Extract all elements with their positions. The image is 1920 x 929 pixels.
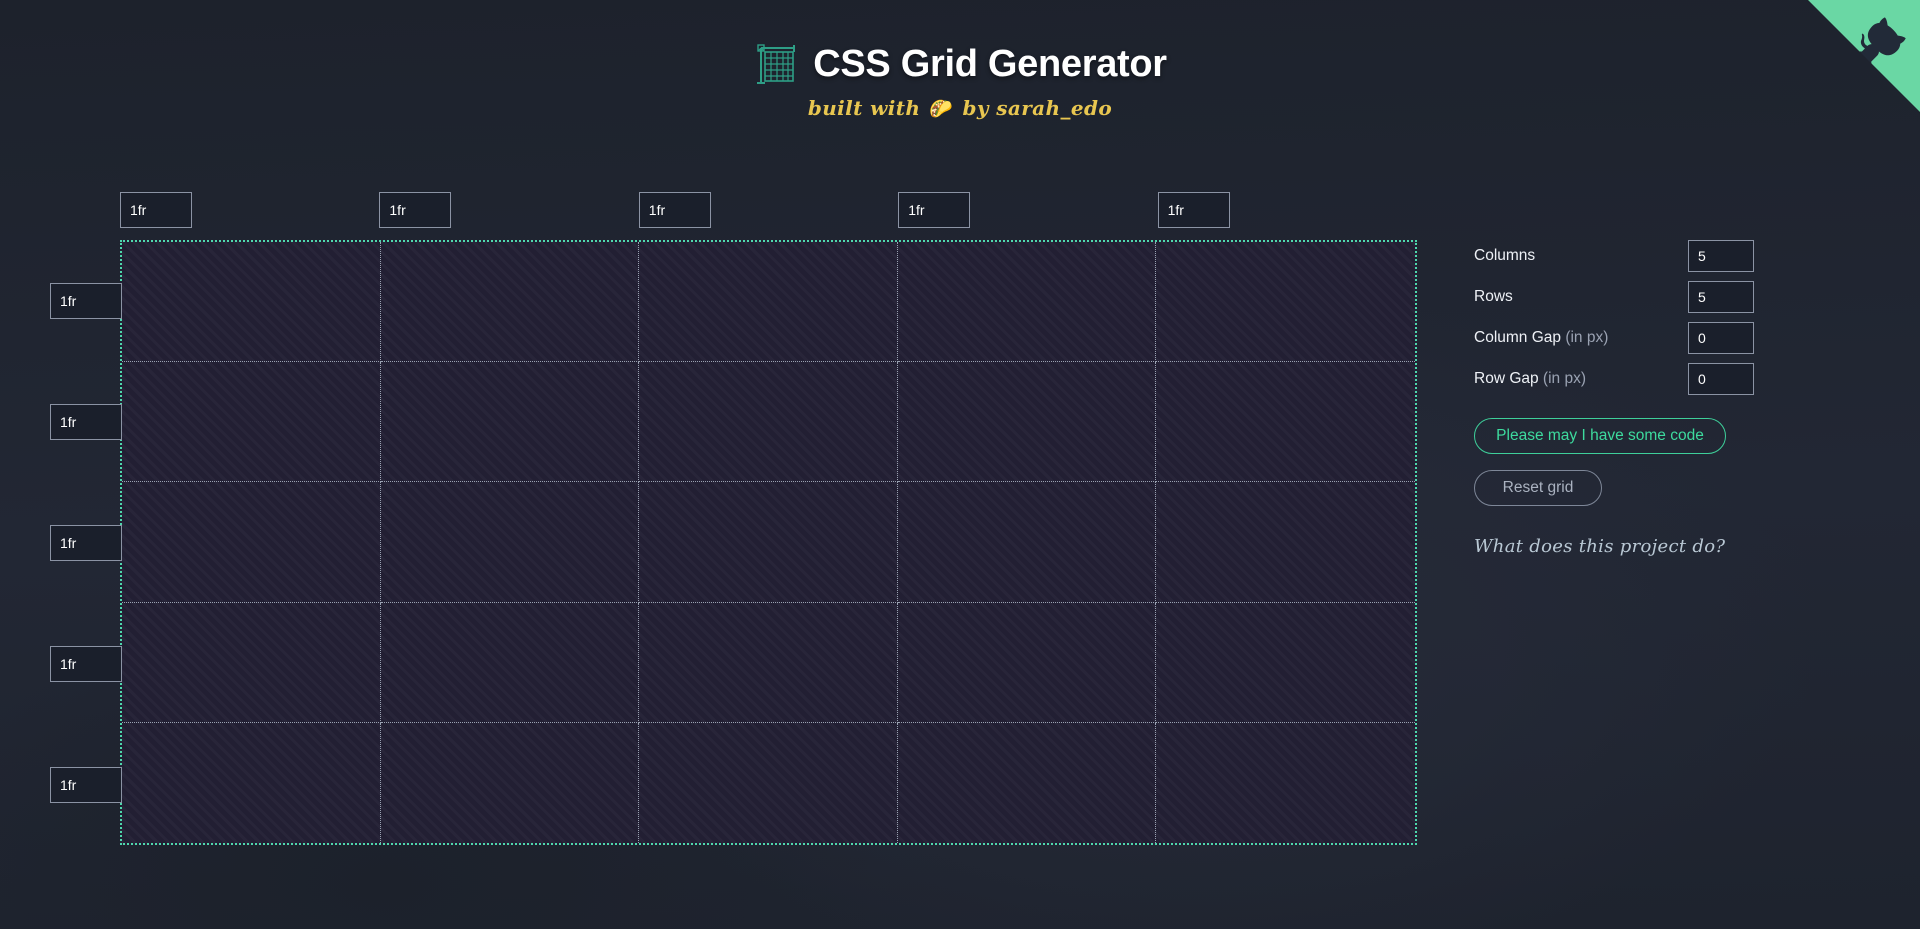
what-does-this-project-do-link[interactable]: What does this project do? xyxy=(1474,536,1725,557)
grid-cell[interactable] xyxy=(122,362,381,483)
row-size-input-2[interactable] xyxy=(50,403,122,440)
row-size-cell-5 xyxy=(50,724,122,845)
generate-code-button[interactable]: Please may I have some code xyxy=(1474,418,1726,454)
column-size-inputs xyxy=(120,192,1417,228)
row-size-cell-1 xyxy=(50,240,122,361)
grid-cell[interactable] xyxy=(122,722,381,843)
grid-cell[interactable] xyxy=(898,722,1157,843)
grid-cell[interactable] xyxy=(380,362,640,483)
grid-cell[interactable] xyxy=(639,482,898,603)
subtitle-author: by sarah_edo xyxy=(962,96,1113,120)
grid-cell[interactable] xyxy=(1156,482,1415,603)
control-row-row-gap: Row Gap (in px) xyxy=(1474,363,1754,395)
grid-cell[interactable] xyxy=(897,602,1157,723)
column-size-input-4[interactable] xyxy=(898,192,971,228)
column-size-input-5[interactable] xyxy=(1157,192,1230,228)
grid-cell[interactable] xyxy=(1156,242,1415,363)
grid-cell[interactable] xyxy=(639,722,898,843)
title-row: CSS Grid Generator xyxy=(0,42,1920,86)
column-size-cell-1 xyxy=(120,192,379,228)
grid-cell[interactable] xyxy=(897,242,1157,363)
column-size-cell-3 xyxy=(638,192,898,228)
grid-cell[interactable] xyxy=(122,602,381,723)
control-input-columns[interactable] xyxy=(1688,240,1754,272)
grid-cell[interactable] xyxy=(1156,362,1415,483)
control-input-rows[interactable] xyxy=(1688,281,1754,313)
github-corner-link[interactable] xyxy=(1808,0,1920,112)
control-rows: Columns Rows Column Gap (in px) Row Gap (in… xyxy=(1474,240,1754,395)
column-size-cell-5 xyxy=(1157,192,1417,228)
grid-cell[interactable] xyxy=(122,482,381,603)
control-input-column-gap[interactable] xyxy=(1688,322,1754,354)
control-label-row-gap: Row Gap (in px) xyxy=(1474,370,1586,387)
grid-cell[interactable] xyxy=(897,482,1157,603)
abacus-grid-icon xyxy=(757,44,796,84)
column-size-input-1[interactable] xyxy=(120,192,192,228)
control-input-row-gap[interactable] xyxy=(1688,363,1754,395)
control-row-columns: Columns xyxy=(1474,240,1754,272)
control-label-rows: Rows xyxy=(1474,288,1513,305)
row-size-cell-3 xyxy=(50,482,122,603)
control-row-rows: Rows xyxy=(1474,281,1754,313)
reset-grid-button[interactable]: Reset grid xyxy=(1474,470,1602,506)
grid-cell[interactable] xyxy=(122,242,381,363)
column-size-cell-4 xyxy=(898,192,1157,228)
page-subtitle: built with 🌮 by sarah_edo xyxy=(0,96,1920,120)
grid-cell[interactable] xyxy=(639,362,898,483)
grid-cell[interactable] xyxy=(639,242,898,363)
row-size-input-4[interactable] xyxy=(50,645,122,682)
row-size-input-5[interactable] xyxy=(50,766,122,803)
grid-cell[interactable] xyxy=(380,602,640,723)
grid-cell[interactable] xyxy=(1156,603,1415,723)
taco-icon: 🌮 xyxy=(929,97,954,120)
control-label-columns: Columns xyxy=(1474,247,1536,264)
grid-cell[interactable] xyxy=(897,362,1157,483)
column-size-cell-2 xyxy=(379,192,638,228)
grid-preview[interactable] xyxy=(120,240,1417,845)
github-corner-icon xyxy=(1808,0,1920,112)
row-size-input-1[interactable] xyxy=(50,282,122,319)
control-unit-column-gap: (in px) xyxy=(1561,329,1609,346)
grid-cell[interactable] xyxy=(380,482,640,603)
control-row-column-gap: Column Gap (in px) xyxy=(1474,322,1754,354)
page-header: CSS Grid Generator built with 🌮 by sarah… xyxy=(0,42,1920,120)
grid-cell[interactable] xyxy=(381,722,640,843)
controls-panel: Columns Rows Column Gap (in px) Row Gap (in… xyxy=(1474,240,1754,557)
grid-cell[interactable] xyxy=(1156,723,1415,843)
subtitle-prefix: built with xyxy=(807,96,921,120)
column-size-input-2[interactable] xyxy=(379,192,452,228)
grid-cell[interactable] xyxy=(639,602,898,723)
row-size-inputs xyxy=(50,240,122,845)
page-title: CSS Grid Generator xyxy=(813,42,1167,85)
control-label-column-gap: Column Gap (in px) xyxy=(1474,329,1609,346)
control-unit-row-gap: (in px) xyxy=(1538,370,1586,387)
column-size-input-3[interactable] xyxy=(638,192,711,228)
row-size-cell-4 xyxy=(50,603,122,724)
row-size-input-3[interactable] xyxy=(50,524,122,561)
row-size-cell-2 xyxy=(50,361,122,482)
grid-cell[interactable] xyxy=(380,242,640,363)
